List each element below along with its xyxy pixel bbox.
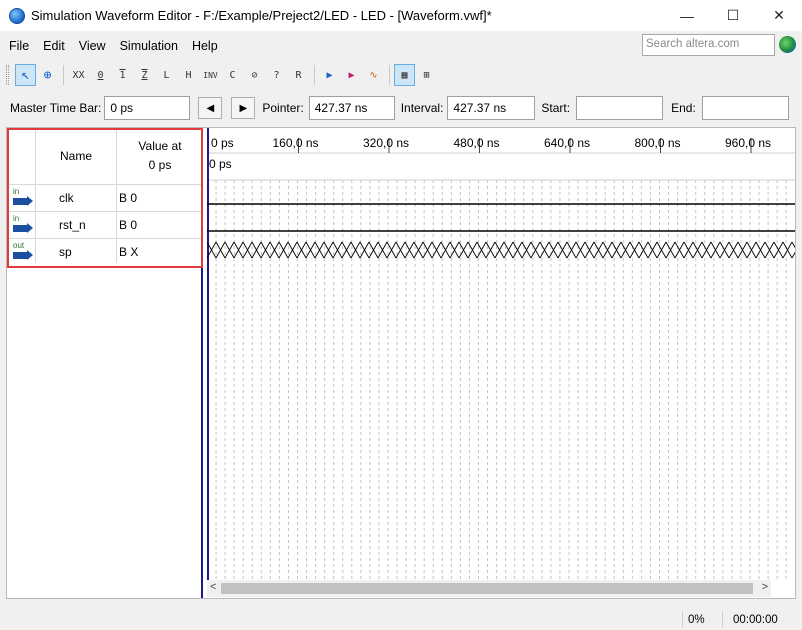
arbitrary-value-icon[interactable]: ? <box>266 64 287 86</box>
zoom-icon[interactable]: ⊕ <box>37 64 58 86</box>
name-column-header[interactable]: Name <box>35 128 117 184</box>
time-bar: Master Time Bar: 0 ps ◀ ▶ Pointer: 427.3… <box>0 89 802 127</box>
weak-low-icon[interactable]: L <box>156 64 177 86</box>
ruler-tick-label: 0 ps <box>211 136 234 150</box>
signal-waveforms <box>207 203 795 259</box>
ruler-tick-label: 320,0 ns <box>363 136 409 150</box>
forcing-high-icon[interactable]: 1 <box>112 64 133 86</box>
ruler-tick-label: 800,0 ns <box>635 136 681 150</box>
pin-direction-label: out <box>13 241 25 250</box>
scroll-right-icon[interactable]: > <box>762 581 768 593</box>
quartus-app-icon <box>9 7 25 24</box>
forcing-low-icon[interactable]: 0 <box>90 64 111 86</box>
generate-netlist-icon[interactable]: ∿ <box>363 64 384 86</box>
close-button[interactable]: ✕ <box>756 0 802 31</box>
signal-name: clk <box>59 191 74 205</box>
value-header-line1: Value at <box>138 139 182 153</box>
signal-row-sp[interactable]: out sp B X <box>7 238 203 265</box>
interval-label: Interval: <box>400 101 444 115</box>
maximize-button[interactable]: ☐ <box>710 0 756 31</box>
end-label: End: <box>671 101 696 115</box>
overwrite-clock-icon[interactable]: ⊘ <box>244 64 265 86</box>
run-timing-sim-icon[interactable]: ▶ <box>341 64 362 86</box>
scroll-thumb[interactable] <box>221 583 753 594</box>
signal-table-header: Name Value at 0 ps <box>7 128 203 184</box>
menu-file[interactable]: File <box>9 39 29 53</box>
weak-high-icon[interactable]: H <box>178 64 199 86</box>
toolbar-grip[interactable] <box>6 65 9 85</box>
signal-value: B X <box>119 245 139 259</box>
grid-lines <box>207 180 787 580</box>
run-functional-sim-icon[interactable]: ▶ <box>319 64 340 86</box>
menu-view[interactable]: View <box>79 39 106 53</box>
progress-percent: 0% <box>688 614 705 626</box>
waveform-canvas[interactable]: 0 ps 160,0 ns 320,0 ns 480,0 ns 640,0 ns 800,… <box>207 128 795 580</box>
end-field[interactable] <box>701 96 789 120</box>
signal-list-pane: Name Value at 0 ps in clk B 0 in rst_n B… <box>7 128 203 598</box>
ruler-tick-label: 640,0 ns <box>544 136 590 150</box>
value-column-header[interactable]: Value at 0 ps <box>117 128 203 184</box>
horizontal-scrollbar[interactable]: < > <box>207 580 771 597</box>
previous-transition-button[interactable]: ◀ <box>198 97 223 119</box>
invert-icon[interactable]: INV <box>200 64 221 86</box>
signal-row-clk[interactable]: in clk B 0 <box>7 184 203 211</box>
master-time-bar-field[interactable]: 0 ps <box>104 96 191 120</box>
globe-icon[interactable] <box>779 36 796 53</box>
waveform-panel: Name Value at 0 ps in clk B 0 in rst_n B… <box>6 127 796 599</box>
menu-help[interactable]: Help <box>192 39 218 53</box>
count-value-icon[interactable]: C <box>222 64 243 86</box>
menu-simulation[interactable]: Simulation <box>120 39 178 53</box>
input-pin-icon: in <box>13 187 33 209</box>
signal-value: B 0 <box>119 218 138 232</box>
scroll-left-icon[interactable]: < <box>210 581 216 593</box>
time-ruler: 0 ps 160,0 ns 320,0 ns 480,0 ns 640,0 ns 800,… <box>207 136 771 153</box>
signal-value: B 0 <box>119 191 138 205</box>
menu-edit[interactable]: Edit <box>43 39 65 53</box>
signal-name: sp <box>59 245 72 259</box>
title-bar: Simulation Waveform Editor - F:/Example/… <box>0 0 802 31</box>
waveform-pane[interactable]: 0 ps 160,0 ns 320,0 ns 480,0 ns 640,0 ns 800,… <box>207 128 795 598</box>
output-pin-icon: out <box>13 241 33 263</box>
minimize-button[interactable]: — <box>664 0 710 31</box>
status-bar: 0% 00:00:00 <box>0 608 802 630</box>
ruler-tick-label: 960,0 ns <box>725 136 771 150</box>
elapsed-time: 00:00:00 <box>733 614 778 626</box>
search-input[interactable]: Search altera.com <box>642 34 775 56</box>
ruler-tick-label: 480,0 ns <box>454 136 500 150</box>
input-pin-icon: in <box>13 214 33 236</box>
snap-grid-icon[interactable]: ⊞ <box>416 64 437 86</box>
pointer-icon[interactable]: ↖ <box>15 64 36 86</box>
start-field[interactable] <box>576 96 664 120</box>
start-label: Start: <box>541 101 571 115</box>
forcing-z-icon[interactable]: Z <box>134 64 155 86</box>
toolbar: ↖ ⊕ XX 0 1 Z L H INV C ⊘ ? R ▶ ▶ ∿ ▦ ⊞ <box>0 61 802 89</box>
value-header-line2: 0 ps <box>148 158 172 172</box>
waveform-compare-icon[interactable]: ▦ <box>394 64 415 86</box>
window-title: Simulation Waveform Editor - F:/Example/… <box>31 8 492 23</box>
next-transition-button[interactable]: ▶ <box>231 97 256 119</box>
ruler-tick-label: 160,0 ns <box>273 136 319 150</box>
pointer-label: Pointer: <box>262 101 304 115</box>
cursor-time-label: 0 ps <box>209 157 232 171</box>
forcing-unknown-icon[interactable]: XX <box>68 64 89 86</box>
toolbar-separator <box>314 65 315 85</box>
interval-field[interactable]: 427.37 ns <box>447 96 536 120</box>
master-time-bar-label: Master Time Bar: <box>10 101 102 115</box>
wave-sp <box>207 241 795 259</box>
signal-name: rst_n <box>59 218 86 232</box>
signal-row-rst-n[interactable]: in rst_n B 0 <box>7 211 203 238</box>
toolbar-separator <box>63 65 64 85</box>
random-value-icon[interactable]: R <box>288 64 309 86</box>
pin-direction-label: in <box>13 187 20 196</box>
window-controls: — ☐ ✕ <box>664 0 802 31</box>
pointer-field[interactable]: 427.37 ns <box>308 96 395 120</box>
pin-direction-label: in <box>13 214 20 223</box>
toolbar-separator <box>389 65 390 85</box>
